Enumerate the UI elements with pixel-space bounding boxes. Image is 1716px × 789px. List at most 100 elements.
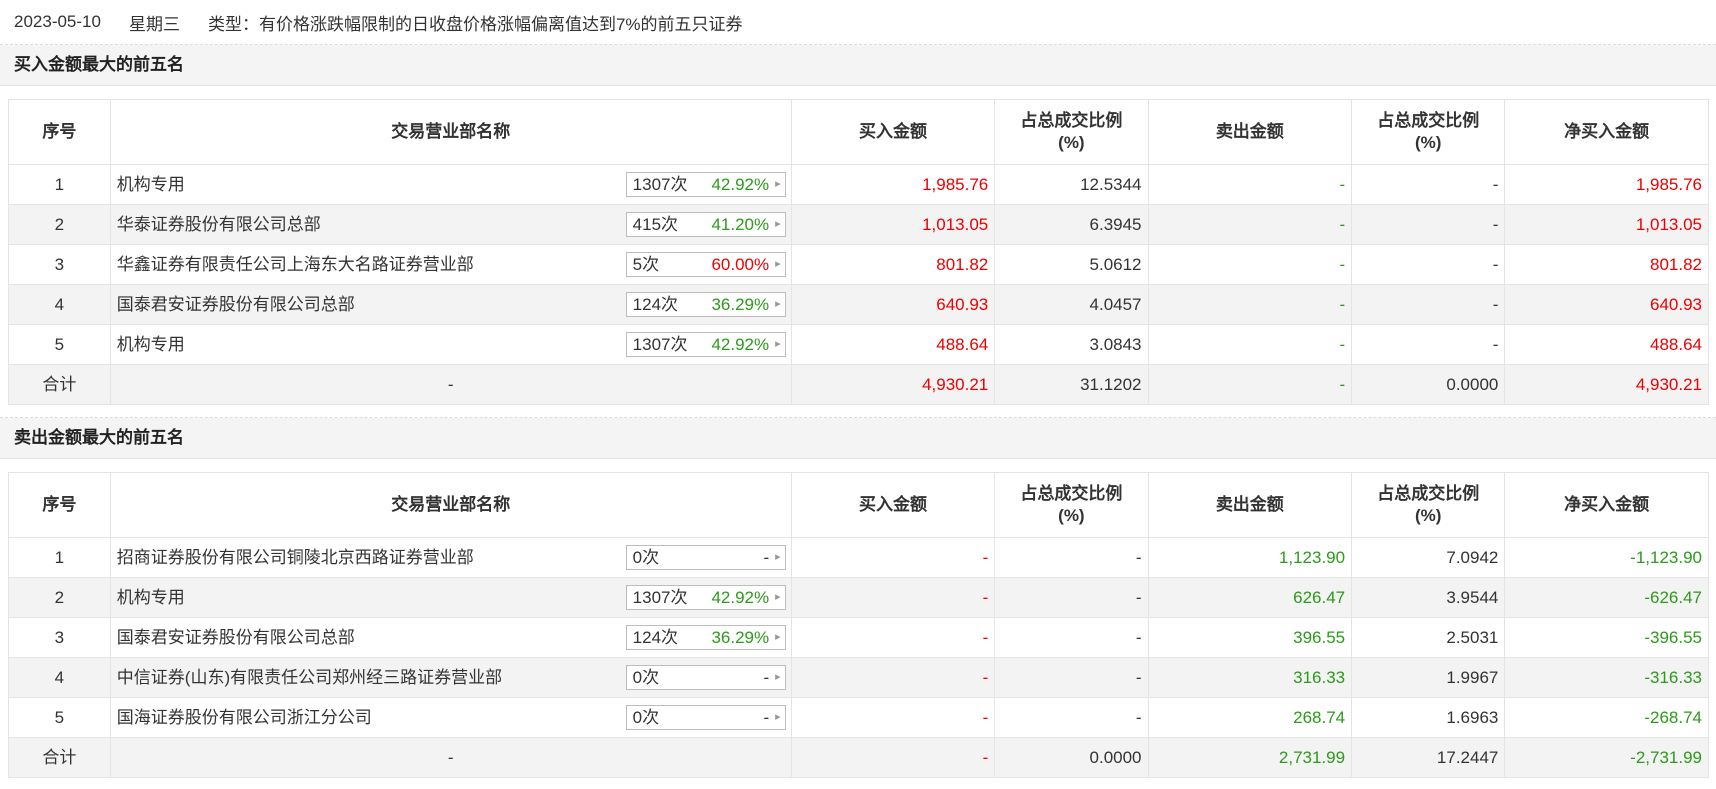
total-label: 合计 bbox=[8, 364, 111, 405]
broker-name[interactable]: 招商证券股份有限公司铜陵北京西路证券营业部 bbox=[117, 539, 474, 577]
total-net: -2,731.99 bbox=[1504, 737, 1709, 778]
row-seq: 1 bbox=[8, 164, 111, 205]
broker-history-badge[interactable]: 5次 60.00% ▸ bbox=[625, 252, 786, 277]
broker-name[interactable]: 国泰君安证券股份有限公司总部 bbox=[117, 619, 355, 657]
sell-amount: - bbox=[1147, 204, 1353, 245]
broker-name[interactable]: 机构专用 bbox=[117, 579, 185, 617]
chevron-right-icon: ▸ bbox=[775, 711, 781, 723]
history-rate: - bbox=[763, 708, 770, 727]
sell-amount: 268.74 bbox=[1147, 697, 1353, 738]
broker-name[interactable]: 国泰君安证券股份有限公司总部 bbox=[117, 286, 355, 324]
broker-name-cell: 国海证券股份有限公司浙江分公司 0次 - ▸ bbox=[109, 697, 792, 738]
col-buy-header: 买入金额 bbox=[790, 472, 996, 538]
history-rate: - bbox=[763, 548, 770, 567]
broker-name[interactable]: 华鑫证券有限责任公司上海东大名路证券营业部 bbox=[117, 246, 474, 284]
broker-history-badge[interactable]: 0次 - ▸ bbox=[625, 665, 786, 690]
broker-name-cell: 机构专用 1307次 42.92% ▸ bbox=[109, 164, 792, 205]
sell-amount: - bbox=[1147, 164, 1353, 205]
chevron-right-icon: ▸ bbox=[775, 551, 781, 563]
history-rate: - bbox=[763, 668, 770, 687]
total-sell: 2,731.99 bbox=[1147, 737, 1353, 778]
total-buy-ratio: 0.0000 bbox=[994, 737, 1149, 778]
broker-name[interactable]: 华泰证券股份有限公司总部 bbox=[117, 206, 321, 244]
sell-amount: - bbox=[1147, 284, 1353, 325]
total-sell-ratio: 0.0000 bbox=[1351, 364, 1506, 405]
buy-ratio: - bbox=[994, 537, 1149, 578]
total-name: - bbox=[109, 364, 792, 405]
history-count: 0次 bbox=[632, 668, 660, 687]
broker-history-badge[interactable]: 0次 - ▸ bbox=[625, 705, 786, 730]
table-row: 2 华泰证券股份有限公司总部 415次 41.20% ▸ 1,013.05 6.3945- -… bbox=[8, 204, 1709, 245]
table-row: 1 机构专用 1307次 42.92% ▸ 1,985.76 12.5344- -1,985.… bbox=[8, 164, 1709, 205]
broker-history-badge[interactable]: 1307次 42.92% ▸ bbox=[625, 332, 786, 357]
broker-history-badge[interactable]: 1307次 42.92% ▸ bbox=[625, 585, 786, 610]
sell-amount: 626.47 bbox=[1147, 577, 1353, 618]
sell-section-title: 卖出金额最大的前五名 bbox=[0, 418, 1716, 459]
sell-amount: 396.55 bbox=[1147, 617, 1353, 658]
history-count: 5次 bbox=[632, 255, 660, 274]
broker-history-badge[interactable]: 124次 36.29% ▸ bbox=[625, 625, 786, 650]
sell-top5-table: 序号 交易营业部名称 买入金额 占总成交比例 (%) 卖出金额 占总成交比例 (… bbox=[8, 472, 1709, 778]
buy-ratio: 4.0457 bbox=[994, 284, 1149, 325]
col-buy-ratio-header: 占总成交比例 (%) bbox=[994, 99, 1149, 165]
row-seq: 3 bbox=[8, 244, 111, 285]
broker-history-badge[interactable]: 415次 41.20% ▸ bbox=[625, 212, 786, 237]
net-amount: -316.33 bbox=[1504, 657, 1709, 698]
net-amount: -268.74 bbox=[1504, 697, 1709, 738]
row-seq: 2 bbox=[8, 204, 111, 245]
broker-history-badge[interactable]: 0次 - ▸ bbox=[625, 545, 786, 570]
history-count: 415次 bbox=[632, 215, 679, 234]
broker-name-cell: 国泰君安证券股份有限公司总部 124次 36.29% ▸ bbox=[109, 284, 792, 325]
history-count: 1307次 bbox=[632, 335, 688, 354]
total-buy: - bbox=[790, 737, 996, 778]
table-row: 5 机构专用 1307次 42.92% ▸ 488.64 3.0843- -488.64 bbox=[8, 324, 1709, 365]
table-row: 3 华鑫证券有限责任公司上海东大名路证券营业部 5次 60.00% ▸ 801.82 5.0… bbox=[8, 244, 1709, 285]
broker-history-badge[interactable]: 124次 36.29% ▸ bbox=[625, 292, 786, 317]
total-sell: - bbox=[1147, 364, 1353, 405]
chevron-right-icon: ▸ bbox=[775, 631, 781, 643]
buy-ratio: - bbox=[994, 697, 1149, 738]
buy-amount: 640.93 bbox=[790, 284, 996, 325]
broker-name[interactable]: 国海证券股份有限公司浙江分公司 bbox=[117, 699, 372, 737]
broker-name[interactable]: 中信证券(山东)有限责任公司郑州经三路证券营业部 bbox=[117, 659, 502, 697]
total-buy: 4,930.21 bbox=[790, 364, 996, 405]
history-rate: 41.20% bbox=[711, 215, 770, 234]
broker-name-cell: 华泰证券股份有限公司总部 415次 41.20% ▸ bbox=[109, 204, 792, 245]
broker-name[interactable]: 机构专用 bbox=[117, 166, 185, 204]
history-rate: 42.92% bbox=[711, 588, 770, 607]
buy-amount: - bbox=[790, 537, 996, 578]
net-amount: 1,985.76 bbox=[1504, 164, 1709, 205]
sell-ratio: - bbox=[1351, 204, 1506, 245]
col-name-header: 交易营业部名称 bbox=[109, 472, 792, 538]
sell-ratio: 1.6963 bbox=[1351, 697, 1506, 738]
history-rate: 36.29% bbox=[711, 295, 770, 314]
sell-amount: 1,123.90 bbox=[1147, 537, 1353, 578]
table-row: 5 国海证券股份有限公司浙江分公司 0次 - ▸ - -268.74 1.6963 -268.7… bbox=[8, 697, 1709, 738]
history-count: 1307次 bbox=[632, 588, 688, 607]
col-net-header: 净买入金额 bbox=[1504, 472, 1709, 538]
history-rate: 60.00% bbox=[711, 255, 770, 274]
net-amount: 1,013.05 bbox=[1504, 204, 1709, 245]
buy-section-title: 买入金额最大的前五名 bbox=[0, 45, 1716, 86]
table-header-row: 序号 交易营业部名称 买入金额 占总成交比例 (%) 卖出金额 占总成交比例 (… bbox=[8, 472, 1709, 538]
broker-name-cell: 国泰君安证券股份有限公司总部 124次 36.29% ▸ bbox=[109, 617, 792, 658]
broker-history-badge[interactable]: 1307次 42.92% ▸ bbox=[625, 172, 786, 197]
col-seq-header: 序号 bbox=[8, 472, 111, 538]
broker-name-cell: 招商证券股份有限公司铜陵北京西路证券营业部 0次 - ▸ bbox=[109, 537, 792, 578]
buy-ratio: 3.0843 bbox=[994, 324, 1149, 365]
sell-ratio: 3.9544 bbox=[1351, 577, 1506, 618]
col-net-header: 净买入金额 bbox=[1504, 99, 1709, 165]
row-seq: 4 bbox=[8, 657, 111, 698]
table-row: 2 机构专用 1307次 42.92% ▸ - -626.47 3.9544 -626.47 bbox=[8, 577, 1709, 618]
net-amount: -626.47 bbox=[1504, 577, 1709, 618]
col-name-header: 交易营业部名称 bbox=[109, 99, 792, 165]
broker-name[interactable]: 机构专用 bbox=[117, 326, 185, 364]
buy-ratio: - bbox=[994, 617, 1149, 658]
buy-amount: 488.64 bbox=[790, 324, 996, 365]
history-count: 1307次 bbox=[632, 175, 688, 194]
table-row: 1 招商证券股份有限公司铜陵北京西路证券营业部 0次 - ▸ - -1,123.90 7.09… bbox=[8, 537, 1709, 578]
buy-ratio: - bbox=[994, 657, 1149, 698]
broker-name-cell: 机构专用 1307次 42.92% ▸ bbox=[109, 324, 792, 365]
net-amount: 640.93 bbox=[1504, 284, 1709, 325]
sell-ratio: - bbox=[1351, 284, 1506, 325]
